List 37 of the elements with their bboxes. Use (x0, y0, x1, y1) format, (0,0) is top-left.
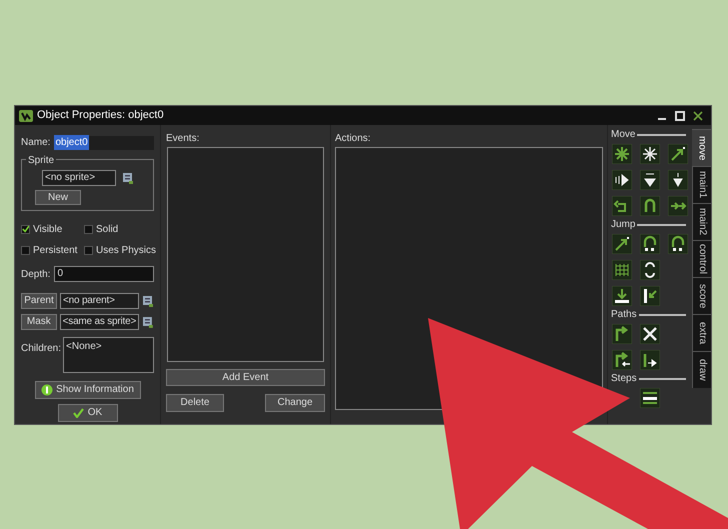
parent-button[interactable]: Parent (21, 293, 57, 309)
change-button[interactable]: Change (265, 394, 325, 412)
show-information-button[interactable]: Show Information (34, 381, 140, 399)
tab[interactable]: extra (692, 314, 711, 351)
checkbox-label: Persistent (33, 244, 78, 258)
section-header: Move (611, 130, 636, 140)
tab[interactable]: main1 (692, 166, 711, 203)
delete-button[interactable]: Delete (166, 394, 224, 412)
events-label: Events: (166, 132, 200, 146)
checkbox-label: Visible (33, 223, 62, 237)
mask-button[interactable]: Mask (21, 314, 57, 330)
sprite-field[interactable]: <no sprite> (42, 170, 116, 186)
section-header: Paths (611, 310, 637, 320)
name-label: Name: (21, 136, 50, 150)
group-label: Sprite (26, 153, 56, 168)
tab[interactable]: score (692, 277, 711, 314)
tab[interactable]: main2 (692, 203, 711, 240)
section-header: Steps (611, 374, 637, 384)
ok-button[interactable]: OK (58, 404, 118, 422)
mask-field[interactable]: <same as sprite> (60, 314, 140, 330)
tab[interactable]: control (692, 240, 711, 277)
depth-label: Depth: (21, 268, 50, 282)
depth-field[interactable]: 0 (54, 266, 154, 282)
section-header: Jump (611, 220, 636, 230)
children-list: <None> (63, 337, 154, 373)
new-button[interactable]: New (35, 190, 81, 205)
tab[interactable]: draw (692, 351, 711, 388)
tab[interactable]: move (692, 129, 711, 166)
checkbox-label: Solid (96, 223, 118, 237)
add-event-button[interactable]: Add Event (166, 369, 325, 386)
parent-field[interactable]: <no parent> (60, 293, 139, 309)
checkbox-label: Uses Physics (96, 244, 156, 258)
window-title: Object Properties: object0 (37, 108, 164, 124)
actions-label: Actions: (335, 132, 371, 146)
name-field[interactable]: object0 (54, 136, 154, 150)
children-label: Children: (21, 342, 62, 356)
selected-text: object0 (54, 135, 89, 150)
